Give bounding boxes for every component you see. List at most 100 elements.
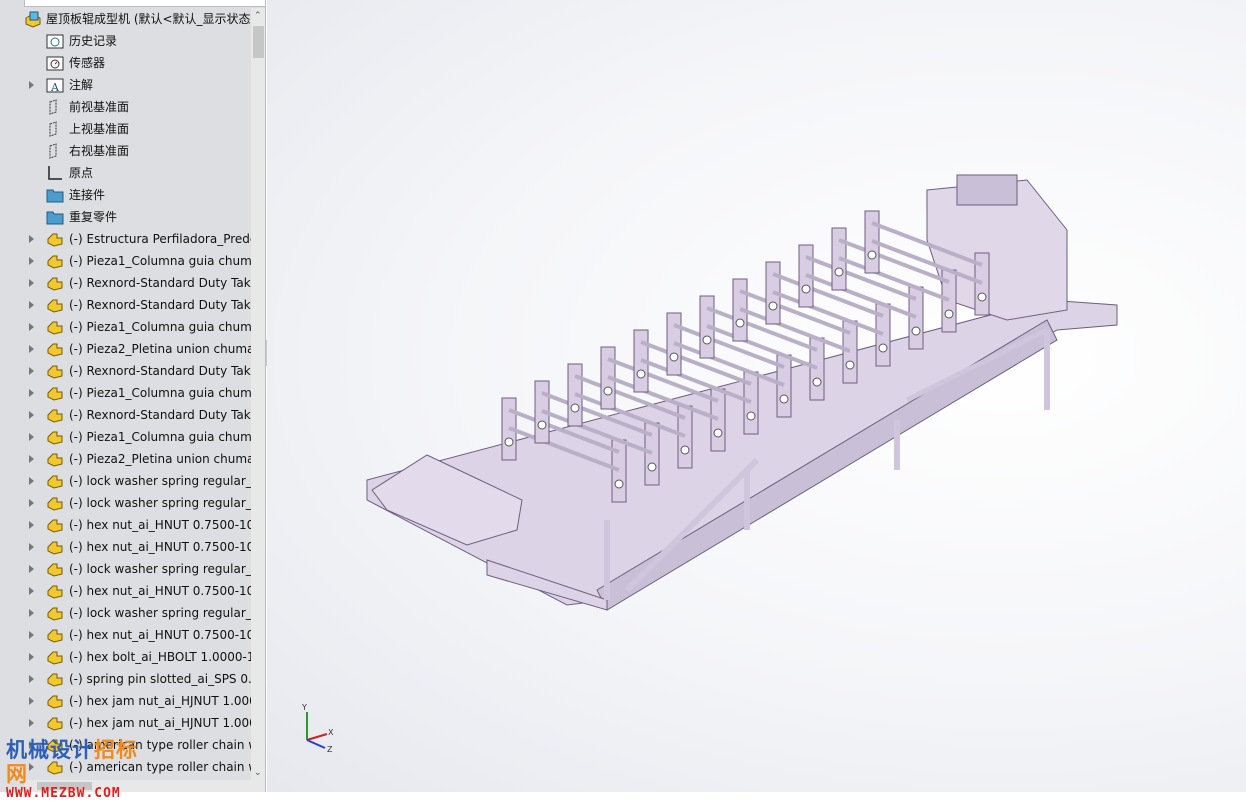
part-icon (47, 585, 63, 599)
part-icon (47, 475, 63, 489)
roll-forming-machine-model: Y X Z (301, 174, 1118, 754)
tree-item-component[interactable]: (-) lock washer spring regular_a (0, 470, 251, 492)
part-icon (47, 607, 63, 621)
part-icon (47, 343, 63, 357)
expand-arrow-icon[interactable] (29, 257, 34, 265)
triad-z-label: Z (327, 745, 333, 754)
expand-arrow-icon[interactable] (29, 411, 34, 419)
plane-icon (49, 121, 57, 137)
part-icon (47, 255, 63, 269)
expand-arrow-icon[interactable] (29, 367, 34, 375)
tree-item-component[interactable]: (-) Rexnord-Standard Duty Take (0, 404, 251, 426)
expand-arrow-icon[interactable] (29, 455, 34, 463)
tree-item-feature[interactable]: 上视基准面 (0, 118, 251, 140)
part-icon (47, 453, 63, 467)
part-icon (47, 673, 63, 687)
part-icon (47, 387, 63, 401)
expand-arrow-icon[interactable] (29, 543, 34, 551)
graphics-viewport[interactable]: Y X Z (267, 0, 1246, 792)
tree-item-feature[interactable]: 原点 (0, 162, 251, 184)
tree-item-component[interactable]: (-) Pieza1_Columna guia chuma (0, 426, 251, 448)
tree-item-component[interactable]: (-) hex jam nut_ai_HJNUT 1.0000 (0, 712, 251, 734)
expand-arrow-icon[interactable] (29, 279, 34, 287)
expand-arrow-icon[interactable] (29, 81, 34, 89)
expand-arrow-icon[interactable] (29, 301, 34, 309)
tree-item-component[interactable]: (-) hex nut_ai_HNUT 0.7500-10-I (0, 536, 251, 558)
filter-bar[interactable] (24, 0, 265, 7)
sensor-folder-icon (46, 56, 64, 71)
tree-item-component[interactable]: (-) Pieza2_Pletina union chumac (0, 338, 251, 360)
tree-item-component[interactable]: (-) Pieza2_Pletina union chumac (0, 448, 251, 470)
view-triad: Y X Z (301, 703, 334, 754)
tree-item-component[interactable]: (-) hex nut_ai_HNUT 0.7500-10-I (0, 580, 251, 602)
part-icon (47, 321, 63, 335)
scroll-up-arrow-icon[interactable]: ⌃ (254, 11, 262, 21)
scrollbar-thumb[interactable] (253, 26, 264, 58)
tree-item-component[interactable]: (-) Rexnord-Standard Duty Take (0, 272, 251, 294)
expand-arrow-icon[interactable] (29, 323, 34, 331)
triad-y-label: Y (301, 703, 307, 712)
tree-item-feature[interactable]: 传感器 (0, 52, 251, 74)
tree-item-component[interactable]: (-) Estructura Perfiladora_Prede (0, 228, 251, 250)
tree-item-feature[interactable]: 重复零件 (0, 206, 251, 228)
root-label: 屋顶板辊成型机 (默认<默认_显示状态 (46, 12, 251, 26)
tree-item-component[interactable]: (-) hex nut_ai_HNUT 0.7500-10-I (0, 624, 251, 646)
folder-icon (46, 211, 64, 225)
tree-item-component[interactable]: (-) Pieza1_Columna guia chuma (0, 382, 251, 404)
expand-arrow-icon[interactable] (29, 587, 34, 595)
tree-item-component[interactable]: (-) hex jam nut_ai_HJNUT 1.0000 (0, 690, 251, 712)
expand-arrow-icon[interactable] (29, 389, 34, 397)
roll-stand (798, 244, 924, 350)
part-icon (47, 431, 63, 445)
part-icon (47, 651, 63, 665)
tree-item-component[interactable]: (-) lock washer spring regular_a (0, 558, 251, 580)
origin-icon (48, 166, 62, 180)
triad-x-label: X (328, 728, 334, 737)
tree-item-feature[interactable]: 连接件 (0, 184, 251, 206)
expand-arrow-icon[interactable] (29, 609, 34, 617)
tree-item-component[interactable]: (-) spring pin slotted_ai_SPS 0.2 (0, 668, 251, 690)
expand-arrow-icon[interactable] (29, 477, 34, 485)
tree-root-assembly[interactable]: 屋顶板辊成型机 (默认<默认_显示状态 (0, 8, 251, 30)
feature-manager-tree-panel: 屋顶板辊成型机 (默认<默认_显示状态 历史记录 传感器 A 注解 前视基准面 上视基准面… (0, 0, 266, 792)
tree-item-component[interactable]: (-) Rexnord-Standard Duty Take (0, 294, 251, 316)
expand-arrow-icon[interactable] (29, 697, 34, 705)
expand-arrow-icon[interactable] (29, 345, 34, 353)
tree-item-component[interactable]: (-) hex nut_ai_HNUT 0.7500-10-I (0, 514, 251, 536)
tree-item-component[interactable]: (-) lock washer spring regular_a (0, 602, 251, 624)
part-icon (47, 695, 63, 709)
tree-item-component[interactable]: (-) Pieza1_Columna guia chuma (0, 316, 251, 338)
expand-arrow-icon[interactable] (29, 235, 34, 243)
tree-item-feature[interactable]: 右视基准面 (0, 140, 251, 162)
expand-arrow-icon[interactable] (29, 433, 34, 441)
part-icon (47, 629, 63, 643)
tree-item-component[interactable]: (-) Rexnord-Standard Duty Take (0, 360, 251, 382)
folder-icon (46, 189, 64, 203)
watermark-line1: 机械设计招标网 (6, 738, 138, 786)
expand-arrow-icon[interactable] (29, 499, 34, 507)
expand-arrow-icon[interactable] (29, 631, 34, 639)
tree-item-feature[interactable]: A 注解 (0, 74, 251, 96)
part-icon (47, 541, 63, 555)
tree-item-component[interactable]: (-) lock washer spring regular_a (0, 492, 251, 514)
tree-item-feature[interactable]: 前视基准面 (0, 96, 251, 118)
expand-arrow-icon[interactable] (29, 719, 34, 727)
expand-arrow-icon[interactable] (29, 653, 34, 661)
part-icon (47, 299, 63, 313)
part-icon (47, 717, 63, 731)
part-icon (47, 519, 63, 533)
expand-arrow-icon[interactable] (29, 521, 34, 529)
watermark-line2: WWW.MEZBW.COM (6, 786, 121, 801)
scroll-down-arrow-icon[interactable]: ⌄ (254, 768, 262, 778)
expand-arrow-icon[interactable] (29, 565, 34, 573)
assembly-icon (25, 11, 41, 28)
tree-vertical-scrollbar[interactable]: ⌃ ⌄ (251, 8, 265, 780)
tree-item-component[interactable]: (-) hex bolt_ai_HBOLT 1.0000-12 (0, 646, 251, 668)
svg-text:A: A (50, 81, 60, 93)
tree-item-feature[interactable]: 历史记录 (0, 30, 251, 52)
expand-arrow-icon[interactable] (29, 675, 34, 683)
tree-item-component[interactable]: (-) Pieza1_Columna guia chuma (0, 250, 251, 272)
motor (956, 174, 1018, 206)
watermark-logo: 机械设计招标网 WWW.MEZBW.COM (6, 738, 156, 801)
history-folder-icon (46, 34, 64, 49)
